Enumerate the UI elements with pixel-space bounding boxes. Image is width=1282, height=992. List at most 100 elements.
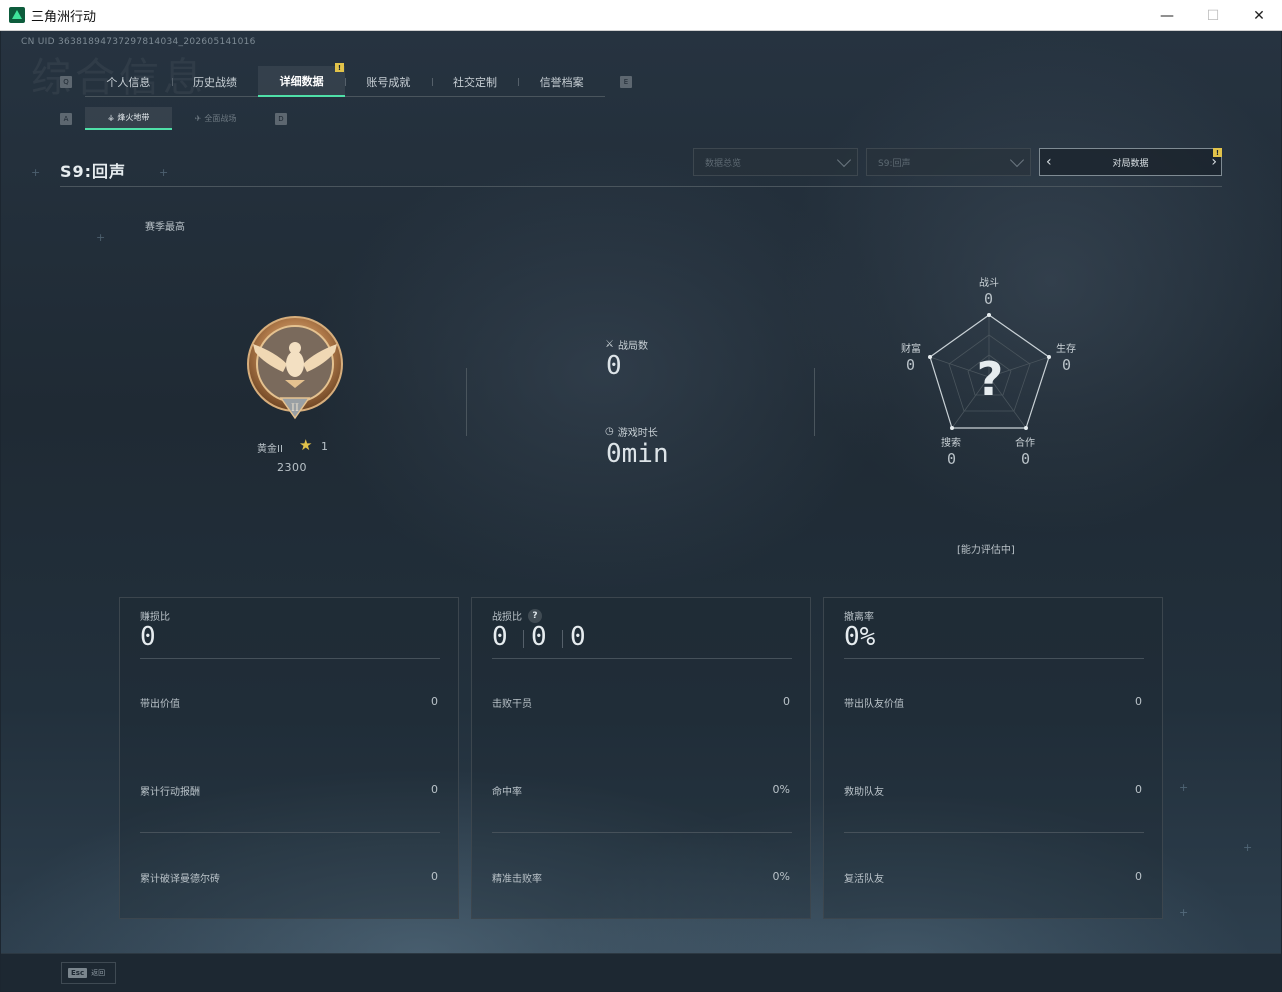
radar-label-wealth: 财富 — [901, 344, 921, 355]
games-count-label: ⚔ 战局数 — [605, 337, 648, 352]
chevron-down-icon — [1009, 152, 1025, 168]
notification-badge: ! — [1213, 148, 1222, 157]
card-title: 赚损比 — [140, 612, 170, 623]
rank-star-count: 1 — [321, 440, 328, 453]
tab-credit[interactable]: 信誉档案 — [518, 66, 605, 97]
games-count-value: 0 — [606, 351, 622, 381]
clock-icon: ◷ — [605, 426, 614, 437]
card-title: 战损比 — [492, 612, 522, 623]
radar-value-wealth: 0 — [906, 356, 916, 374]
grid-plus-icon: + — [96, 231, 106, 244]
profit-loss-card: 赚损比 0 带出价值 0 累计行动报酬 0 累计破译曼德尔砖 0 — [119, 597, 459, 919]
rank-name: 黄金II — [257, 444, 283, 455]
card-title: 撤离率 — [844, 612, 874, 623]
tab-achievements[interactable]: 账号成就 — [345, 66, 432, 97]
crossed-swords-icon: ⚔ — [605, 339, 614, 350]
bottom-bar: Esc 返回 — [1, 953, 1281, 991]
card-main-values: 0 0 0 — [492, 622, 609, 652]
sub-tab-bar: ⚶ 烽火地带 ✈ 全面战场 — [85, 107, 259, 130]
season-dropdown[interactable]: S9:回声 — [866, 148, 1031, 176]
minimize-button[interactable]: — — [1144, 0, 1190, 31]
close-button[interactable]: ✕ — [1236, 0, 1282, 31]
radar-value-combat: 0 — [984, 290, 994, 308]
card-divider — [140, 658, 440, 659]
help-icon[interactable]: ? — [528, 608, 542, 623]
back-button[interactable]: Esc 返回 — [61, 962, 116, 984]
tab-social[interactable]: 社交定制 — [431, 66, 519, 97]
window-titlebar: 三角洲行动 — ☐ ✕ — [0, 0, 1282, 31]
playtime-label: ◷ 游戏时长 — [605, 424, 658, 439]
gold-rank-medal-icon: II — [247, 316, 343, 420]
grid-plus-icon: + — [31, 166, 41, 179]
subtab-hazard-zone[interactable]: ⚶ 烽火地带 — [85, 107, 172, 130]
radar-value-survival: 0 — [1062, 356, 1072, 374]
card-main-value: 0 — [492, 622, 508, 652]
section-divider — [814, 368, 815, 436]
subtab-hazard-zone-label: 烽火地带 — [117, 113, 150, 122]
card-row-value: 0 — [783, 695, 790, 708]
card-row-label: 累计行动报酬 — [140, 787, 200, 798]
star-icon: ★ — [299, 436, 313, 454]
card-row-label: 救助队友 — [844, 787, 884, 798]
playtime-value: 0min — [606, 439, 669, 469]
tab-history[interactable]: 历史战绩 — [171, 66, 259, 97]
games-label-text: 战局数 — [617, 341, 648, 352]
radar-label-coop: 合作 — [1015, 438, 1035, 449]
card-divider — [492, 832, 792, 833]
kill-death-card: 战损比 ? 0 0 0 击败干员 0 命中率 0% 精准击败率 0% — [471, 597, 811, 919]
main-tab-bar: 个人信息 历史战绩 详细数据 ! 账号成就 社交定制 信誉档案 — [85, 63, 605, 97]
card-row-value: 0 — [1135, 870, 1142, 883]
esc-key-hint: Esc — [68, 968, 88, 978]
uid-text: CN UID 3638189473729781403​4_20260514101… — [21, 37, 256, 47]
app-logo-icon — [9, 7, 25, 23]
key-hint-d: D — [275, 113, 287, 125]
card-title-wrap: 战损比 ? — [492, 608, 542, 623]
card-row-value: 0 — [431, 870, 438, 883]
card-main-value: 0 — [140, 622, 156, 652]
back-label: 返回 — [91, 969, 106, 977]
grid-plus-icon: + — [159, 166, 169, 179]
chevron-down-icon — [836, 152, 852, 168]
prev-arrow-icon[interactable]: ‹ — [1046, 155, 1060, 169]
tab-detailed-data-label: 详细数据 — [279, 74, 324, 88]
key-hint-e: E — [620, 76, 632, 88]
radar-label-survival: 生存 — [1056, 344, 1076, 355]
grid-plus-icon: + — [1243, 841, 1253, 854]
card-row-label: 击败干员 — [492, 699, 532, 710]
card-row-label: 累计破译曼德尔砖 — [140, 874, 220, 885]
card-row-label: 带出价值 — [140, 699, 180, 710]
battlefield-icon: ✈ — [194, 114, 202, 123]
card-row-value: 0% — [772, 870, 790, 883]
grid-plus-icon: + — [1179, 906, 1189, 919]
key-hint-q: Q — [60, 76, 72, 88]
window-controls: — ☐ ✕ — [1144, 0, 1282, 31]
card-row-label: 带出队友价值 — [844, 699, 904, 710]
card-main-value: 0% — [844, 622, 876, 652]
tab-detailed-data[interactable]: 详细数据 ! — [258, 63, 346, 97]
card-row-label: 复活队友 — [844, 874, 884, 885]
card-row-value: 0 — [431, 783, 438, 796]
card-divider — [844, 832, 1144, 833]
next-arrow-icon[interactable]: › — [1203, 155, 1217, 169]
section-divider — [466, 368, 467, 436]
season-best-label: 赛季最高 — [145, 222, 185, 233]
card-row-value: 0 — [1135, 783, 1142, 796]
hazard-zone-icon: ⚶ — [107, 113, 115, 122]
card-main-value: 0 — [562, 622, 609, 652]
card-row-label: 命中率 — [492, 787, 522, 798]
tab-personal-info[interactable]: 个人信息 — [85, 66, 172, 97]
card-divider — [844, 658, 1144, 659]
maximize-button[interactable]: ☐ — [1190, 0, 1236, 31]
card-row-value: 0 — [1135, 695, 1142, 708]
data-overview-dropdown[interactable]: 数据总览 — [693, 148, 858, 176]
match-data-selector: ‹ 对局数据 › ! — [1039, 148, 1222, 176]
game-viewport: 综合信息 CN UID 3638189473729781403​4_202605… — [1, 31, 1281, 991]
ability-evaluating-text: [能力评估中] — [957, 545, 1015, 556]
header-divider — [60, 186, 1222, 187]
dropdown-value: 数据总览 — [705, 158, 742, 169]
subtab-full-battlefield[interactable]: ✈ 全面战场 — [172, 107, 259, 130]
card-row-value: 0% — [772, 783, 790, 796]
playtime-label-text: 游戏时长 — [617, 428, 658, 439]
radar-value-search: 0 — [947, 450, 957, 468]
match-data-label: 对局数据 — [1112, 158, 1149, 169]
